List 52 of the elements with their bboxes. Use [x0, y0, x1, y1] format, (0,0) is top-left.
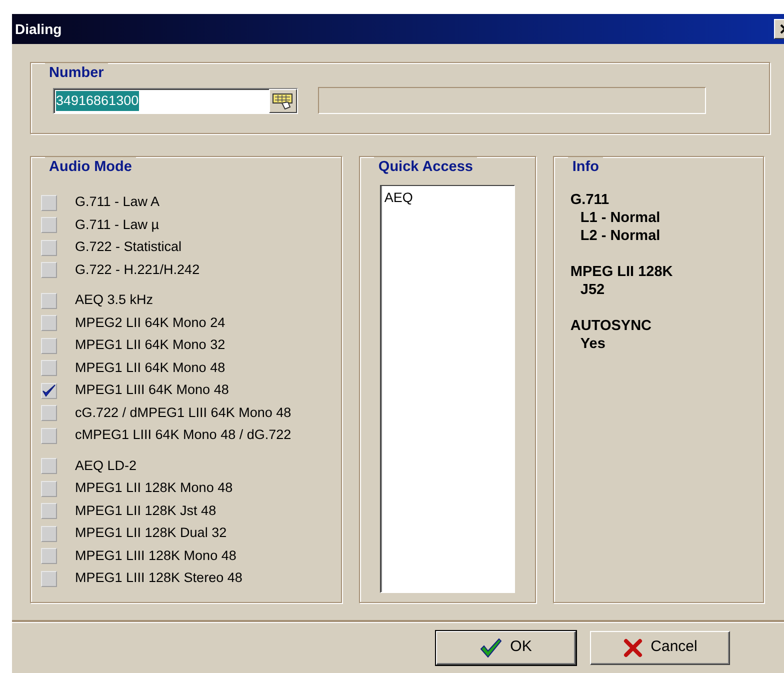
ok-button[interactable]: OK [436, 630, 576, 664]
number-field[interactable]: 34916861300 [53, 88, 298, 114]
info-heading: G.711 [570, 191, 610, 210]
group-title: Quick Access [374, 157, 477, 177]
checkbox[interactable] [41, 458, 57, 474]
checkbox-label: G.722 - H.221/H.242 [75, 260, 200, 279]
checkbox-label: MPEG1 LII 128K Mono 48 [75, 479, 233, 498]
checkbox-label: AEQ 3.5 kHz [75, 291, 154, 310]
keypad-icon [272, 92, 294, 110]
checkbox-label: cG.722 / dMPEG1 LIII 64K Mono 48 [75, 404, 292, 422]
checkbox[interactable] [41, 526, 57, 542]
keypad-button[interactable] [269, 88, 297, 113]
checkbox-label: MPEG1 LII 64K Mono 32 [75, 336, 226, 354]
checkbox-label: cMPEG1 LIII 64K Mono 48 / dG.722 [75, 426, 292, 444]
info-heading: AUTOSYNC [570, 317, 653, 336]
checkbox[interactable] [41, 360, 57, 376]
checkbox[interactable] [41, 240, 57, 256]
checkbox-label: MPEG2 LII 64K Mono 24 [75, 314, 226, 332]
checkbox-label: MPEG1 LII 64K Mono 48 [75, 358, 226, 377]
info-heading: MPEG LII 128K [570, 263, 674, 282]
checkbox[interactable] [41, 292, 57, 308]
checkbox[interactable] [41, 405, 57, 421]
close-icon [622, 638, 643, 658]
list-item[interactable]: AEQ [384, 188, 512, 208]
checkbox[interactable] [41, 570, 57, 586]
checkbox-label: MPEG1 LIII 64K Mono 48 [75, 381, 229, 400]
checkbox-label: MPEG1 LIII 128K Mono 48 [75, 546, 236, 565]
checkbox[interactable] [41, 480, 57, 496]
checkbox-label: G.711 - Law A [75, 193, 160, 212]
checkbox[interactable] [41, 382, 57, 398]
checkbox-label: MPEG1 LII 128K Jst 48 [75, 502, 216, 520]
checkbox[interactable] [41, 548, 57, 564]
info-line: J52 [579, 281, 606, 300]
checkbox[interactable] [41, 338, 57, 354]
window-title: Dialing [15, 20, 62, 39]
cancel-button[interactable]: Cancel [590, 630, 730, 664]
info-line: Yes [579, 335, 606, 354]
checkbox[interactable] [41, 217, 57, 233]
checkbox[interactable] [41, 315, 57, 331]
checkbox-label: G.711 - Law µ [75, 216, 160, 234]
checkbox[interactable] [41, 503, 57, 519]
checkbox-label: MPEG1 LIII 128K Stereo 48 [75, 569, 242, 588]
check-icon [480, 638, 502, 658]
checkbox[interactable] [41, 194, 57, 210]
checkbox-label: AEQ LD-2 [75, 456, 137, 475]
checkbox-label: MPEG1 LII 128K Dual 32 [75, 524, 227, 542]
checkbox-label: G.722 - Statistical [75, 238, 182, 256]
checkbox[interactable] [41, 262, 57, 278]
quick-access-list[interactable]: AEQ [380, 185, 516, 594]
checkbox[interactable] [41, 428, 57, 444]
info-line: L1 - Normal [579, 209, 662, 228]
info-line: L2 - Normal [579, 227, 662, 246]
